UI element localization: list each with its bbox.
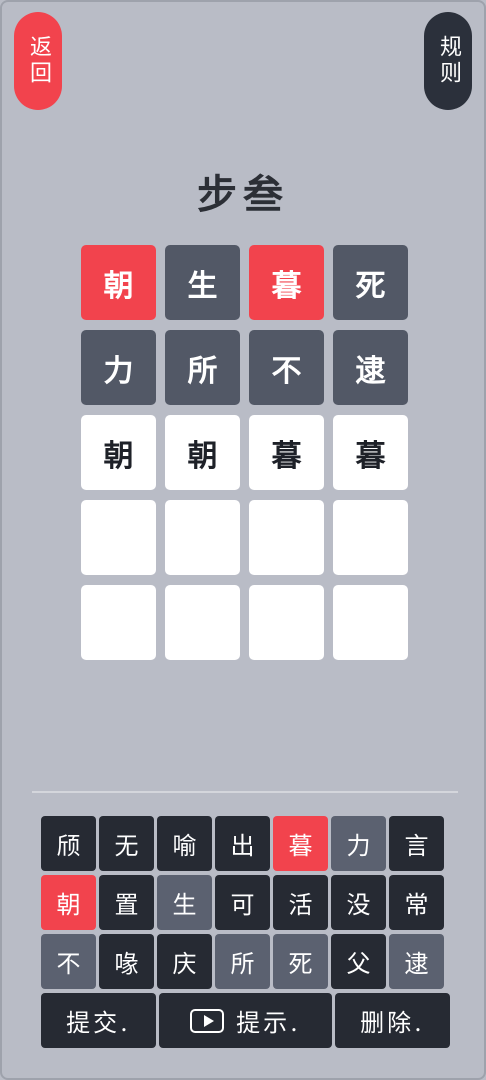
board-cell: 不 (249, 330, 324, 405)
board-cell (165, 585, 240, 660)
keyboard-key[interactable]: 言 (389, 816, 444, 871)
keyboard-key[interactable]: 庆 (157, 934, 212, 989)
board-cell: 暮 (249, 245, 324, 320)
keyboard-key[interactable]: 父 (331, 934, 386, 989)
board-cell (333, 585, 408, 660)
keyboard-key[interactable]: 力 (331, 816, 386, 871)
keyboard-key[interactable]: 喻 (157, 816, 212, 871)
keyboard-key[interactable]: 喙 (99, 934, 154, 989)
keyboard-key[interactable]: 逮 (389, 934, 444, 989)
hint-button[interactable]: 提示. (159, 993, 332, 1048)
hint-label: 提示. (236, 1009, 301, 1037)
delete-button[interactable]: 删除. (335, 993, 450, 1048)
keyboard-key[interactable]: 置 (99, 875, 154, 930)
keyboard-key[interactable]: 死 (273, 934, 328, 989)
board-cell: 暮 (249, 415, 324, 490)
keyboard-key[interactable]: 所 (215, 934, 270, 989)
guess-board: 朝生暮死力所不逮朝朝暮暮 (81, 245, 408, 660)
board-cell: 所 (165, 330, 240, 405)
board-cell (249, 585, 324, 660)
keyboard-key[interactable]: 没 (331, 875, 386, 930)
board-cell (333, 500, 408, 575)
back-button[interactable]: 返回 (14, 12, 62, 110)
board-cell: 朝 (81, 415, 156, 490)
keyboard-key[interactable]: 无 (99, 816, 154, 871)
board-cell (165, 500, 240, 575)
board-cell: 逮 (333, 330, 408, 405)
keyboard-key[interactable]: 出 (215, 816, 270, 871)
keyboard-key[interactable]: 生 (157, 875, 212, 930)
keyboard-key[interactable]: 常 (389, 875, 444, 930)
keyboard-key[interactable]: 朝 (41, 875, 96, 930)
keyboard-key[interactable]: 颀 (41, 816, 96, 871)
board-cell (81, 500, 156, 575)
board-cell: 死 (333, 245, 408, 320)
video-play-icon (190, 1008, 225, 1033)
keyboard-key[interactable]: 不 (41, 934, 96, 989)
character-keyboard: 颀无喻出暮力言朝置生可活没常不喙庆所死父逮 (41, 816, 444, 989)
keyboard-key[interactable]: 可 (215, 875, 270, 930)
board-cell: 生 (165, 245, 240, 320)
rules-button[interactable]: 规则 (424, 12, 472, 110)
divider (32, 791, 458, 793)
board-cell: 力 (81, 330, 156, 405)
keyboard-key[interactable]: 暮 (273, 816, 328, 871)
board-cell: 朝 (81, 245, 156, 320)
board-cell: 暮 (333, 415, 408, 490)
keyboard-key[interactable]: 活 (273, 875, 328, 930)
page-title: 步叁 (197, 171, 289, 218)
board-cell: 朝 (165, 415, 240, 490)
board-cell (81, 585, 156, 660)
submit-button[interactable]: 提交. (41, 993, 156, 1048)
action-bar: 提交. 提示. 删除. (41, 993, 450, 1048)
board-cell (249, 500, 324, 575)
